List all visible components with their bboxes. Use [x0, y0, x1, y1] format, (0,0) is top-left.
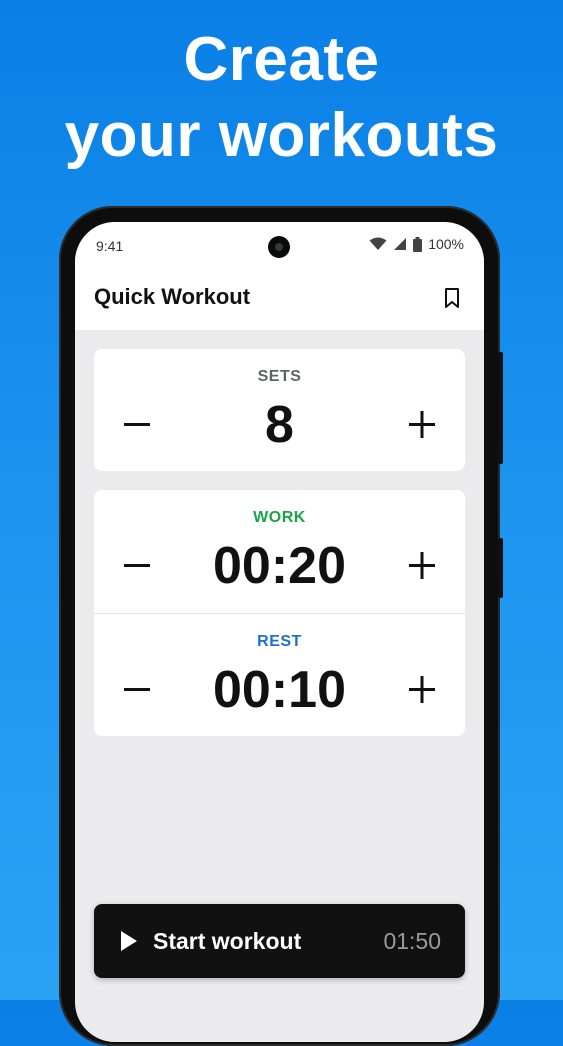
signal-icon: [394, 238, 407, 250]
bookmark-icon[interactable]: [440, 286, 464, 310]
headline-line-2: your workouts: [64, 101, 499, 170]
phone-side-button-upper: [498, 352, 503, 464]
page-title: Quick Workout: [94, 284, 251, 309]
start-workout-label: Start workout: [153, 928, 302, 954]
status-time: 9:41: [96, 238, 124, 254]
battery-percent: 100%: [428, 236, 464, 252]
headline-line-1: Create: [183, 25, 380, 94]
work-label: WORK: [253, 509, 306, 526]
sets-label: SETS: [257, 368, 302, 385]
status-icons: 100%: [369, 236, 464, 252]
total-duration: 01:50: [383, 928, 441, 954]
rest-increment-button[interactable]: [399, 666, 445, 712]
work-row: WORK 00:20: [94, 490, 465, 613]
rest-row: REST 00:10: [94, 614, 465, 737]
front-camera: [268, 236, 290, 258]
status-bar: 9:41 100%: [75, 222, 484, 266]
battery-icon: [413, 236, 423, 252]
work-increment-button[interactable]: [399, 542, 445, 588]
sets-row: SETS 8: [94, 349, 465, 472]
play-icon: [121, 931, 137, 951]
phone-screen: 9:41 100% Quick Workout SETS 8 WORK 00:2…: [75, 222, 484, 1042]
start-workout-button[interactable]: Start workout 01:50: [94, 904, 465, 978]
phone-side-button-lower: [498, 538, 503, 598]
sets-card: SETS 8: [94, 349, 465, 471]
rest-label: REST: [257, 633, 302, 650]
headline: Create your workouts: [0, 22, 563, 174]
sets-increment-button[interactable]: [399, 401, 445, 447]
phone-frame: 9:41 100% Quick Workout SETS 8 WORK 00:2…: [59, 206, 503, 1046]
intervals-card: WORK 00:20 REST 00:10: [94, 490, 465, 736]
wifi-icon: [369, 237, 387, 250]
app-bar: Quick Workout: [75, 266, 484, 330]
